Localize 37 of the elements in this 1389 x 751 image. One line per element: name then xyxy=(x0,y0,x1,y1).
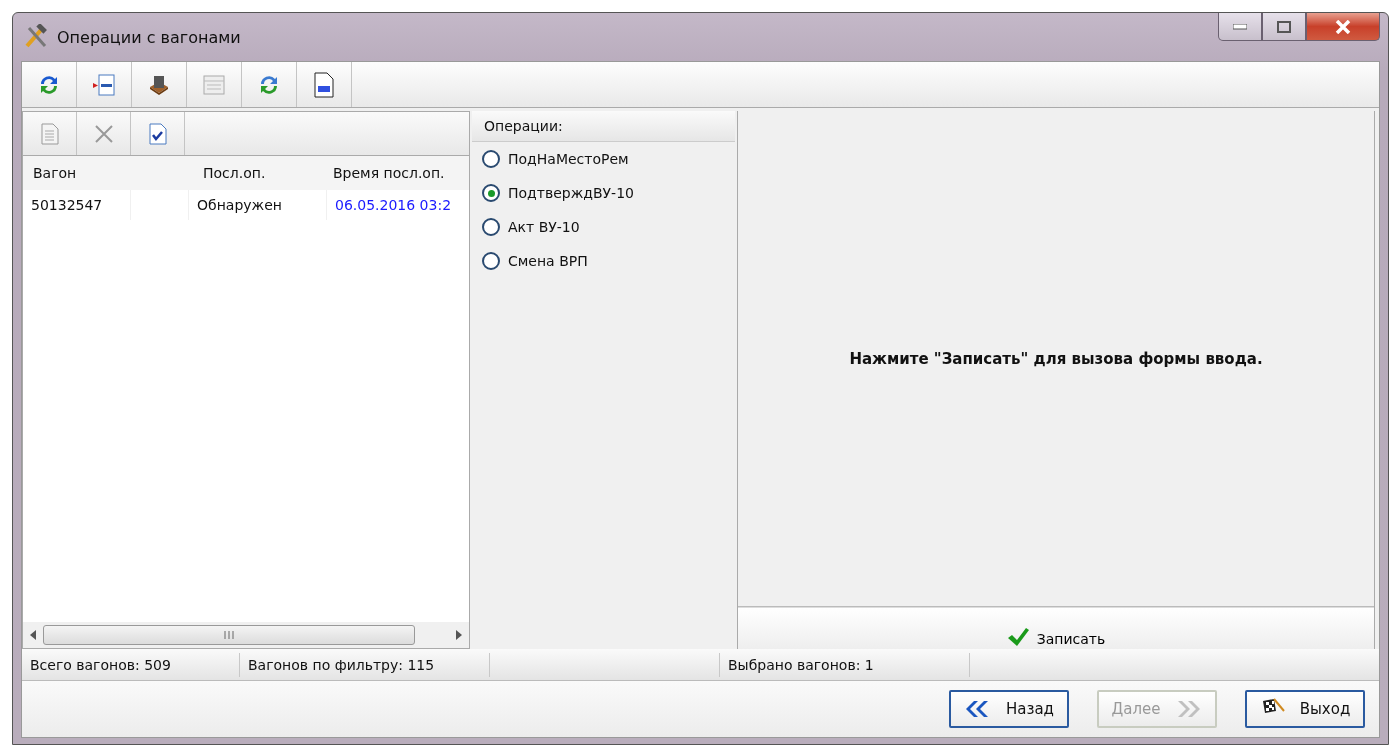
status-text: Вагонов по фильтру: 115 xyxy=(240,652,490,677)
document-icon xyxy=(40,122,59,145)
close-button[interactable] xyxy=(1306,13,1380,41)
operation-radio[interactable]: Акт ВУ-10 xyxy=(472,210,735,244)
minimize-button[interactable] xyxy=(1218,13,1262,41)
maximize-button[interactable] xyxy=(1262,13,1306,41)
maximize-icon xyxy=(1277,20,1291,33)
table-cell: Обнаружен xyxy=(189,190,327,220)
minimize-icon xyxy=(1233,23,1247,30)
table-cell: 50132547 xyxy=(23,190,131,220)
calendar-icon xyxy=(203,74,225,95)
back-button[interactable]: Назад xyxy=(949,690,1069,728)
column-header[interactable]: Время посл.оп. xyxy=(323,165,469,181)
check-icon xyxy=(1006,627,1029,647)
scroll-left-icon xyxy=(29,630,37,640)
column-header[interactable]: Посл.оп. xyxy=(193,165,323,181)
close-icon xyxy=(1335,19,1351,34)
operation-radio[interactable]: Смена ВРП xyxy=(472,244,735,278)
document-arrow-icon xyxy=(91,72,117,97)
status-text: Выбрано вагонов: 1 xyxy=(720,652,970,677)
hint-text: Нажмите "Записать" для вызова формы ввода. xyxy=(849,349,1263,368)
table-cell: 06.05.2016 03:2 xyxy=(327,190,469,220)
scrollbar-thumb[interactable] xyxy=(43,625,415,645)
close-icon xyxy=(93,123,114,144)
column-header[interactable]: Вагон xyxy=(23,165,193,181)
operation-radio[interactable]: ПодтверждВУ-10 xyxy=(472,176,735,210)
save-button[interactable]: Записать xyxy=(738,607,1374,649)
document-icon xyxy=(314,71,334,98)
window-title: Операции с вагонами xyxy=(57,27,241,47)
status-text: Всего вагонов: 509 xyxy=(22,652,240,677)
operations-header: Операции: xyxy=(472,111,735,142)
grip-icon xyxy=(224,631,234,639)
tools-icon xyxy=(23,24,49,50)
checked-document-icon xyxy=(148,122,167,145)
scroll-right-icon xyxy=(455,630,463,640)
exit-button[interactable]: Выход xyxy=(1245,690,1365,728)
operation-radio[interactable]: ПодНаМестоРем xyxy=(472,142,735,176)
